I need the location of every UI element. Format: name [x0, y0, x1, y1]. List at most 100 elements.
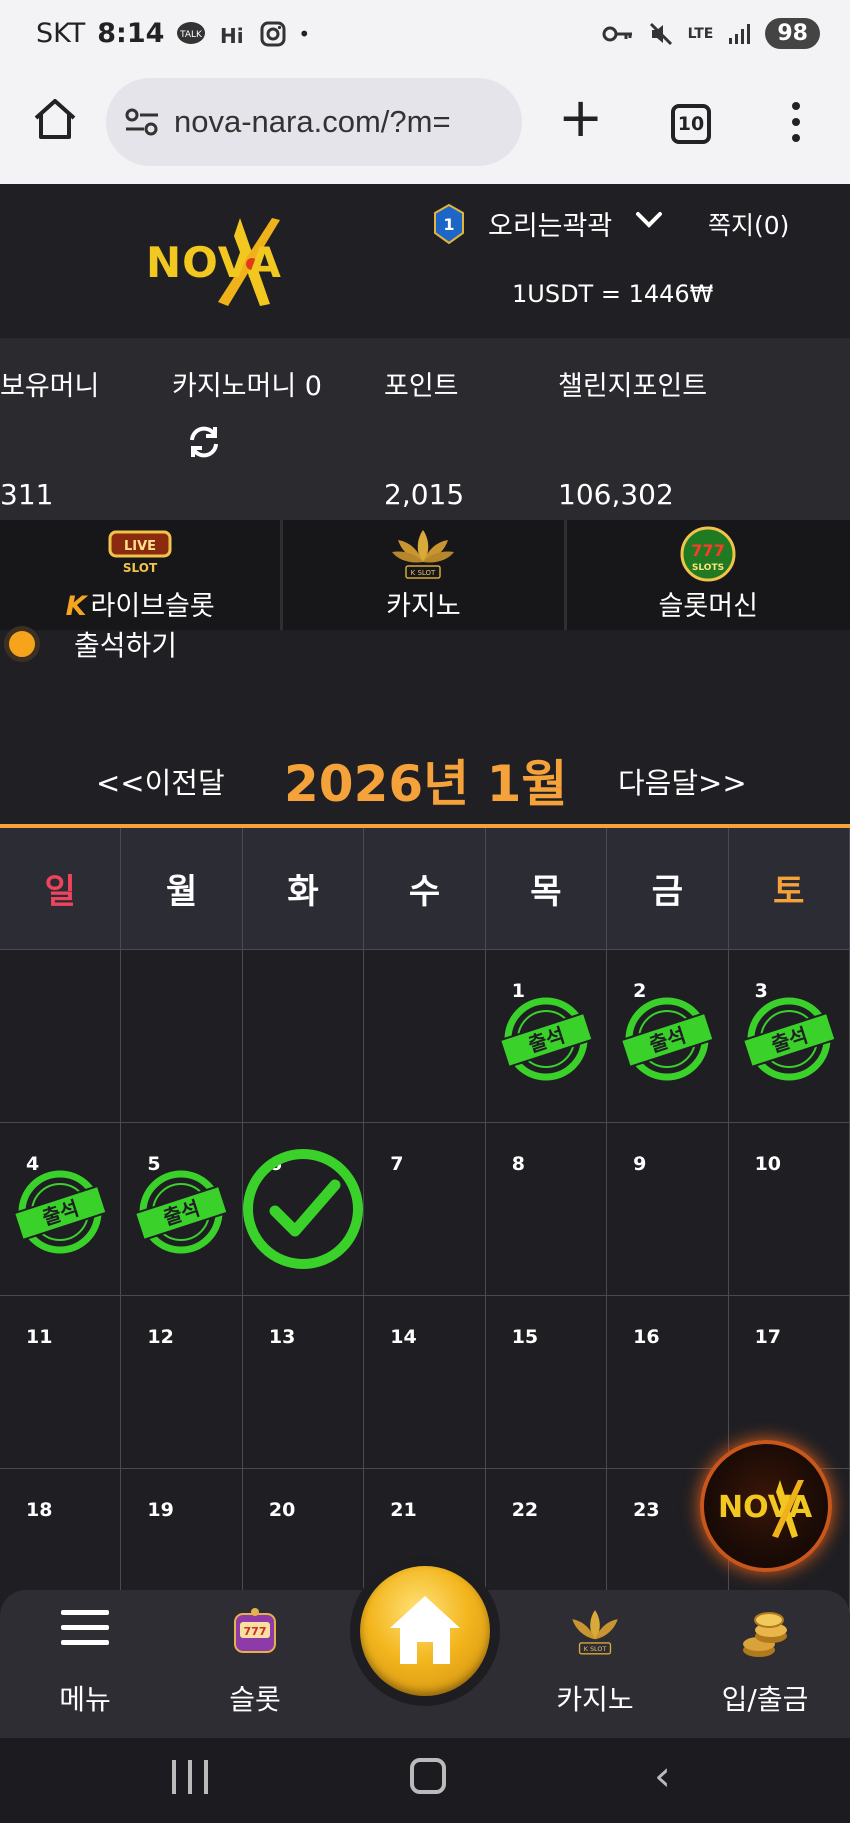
calendar-day[interactable]: 3 출석	[728, 950, 850, 1123]
url-text[interactable]: nova-nara.com/?m=	[174, 104, 451, 140]
money-value: 311	[0, 478, 54, 511]
category-tabs: LIVE SLOT K 라이브슬롯 K SLOT 카지노 777 SLOTS 슬롯…	[0, 520, 850, 630]
calendar-day[interactable]: 6	[242, 1123, 365, 1296]
calendar-day[interactable]: 9	[607, 1123, 729, 1296]
attendance-title: 출석하기	[74, 629, 178, 662]
nav-deposit[interactable]: 입/출금	[680, 1590, 850, 1738]
calendar-day[interactable]: 5 출석	[121, 1123, 243, 1296]
nav-label: 카지노	[556, 1683, 634, 1716]
day-number: 7	[390, 1153, 404, 1175]
system-home-icon[interactable]	[410, 1758, 446, 1794]
back-icon[interactable]: ‹	[654, 1755, 671, 1797]
tab-live-slot[interactable]: LIVE SLOT K 라이브슬롯	[0, 520, 284, 630]
svg-text:777: 777	[692, 541, 725, 560]
clock: 8:14	[97, 18, 165, 49]
day-number: 15	[511, 1326, 539, 1348]
calendar-day[interactable]: 13	[242, 1296, 365, 1469]
logo-text: NOVA	[146, 238, 282, 287]
money-balance: 보유머니 311	[0, 364, 99, 511]
system-navigation: ‹	[0, 1738, 850, 1823]
calendar-day[interactable]: 15	[485, 1296, 608, 1469]
lte-icon: LTE	[687, 25, 714, 42]
day-number: 17	[754, 1326, 782, 1348]
tab-slot-machine[interactable]: 777 SLOTS 슬롯머신	[567, 520, 850, 630]
talk-icon: TALK	[177, 21, 206, 44]
day-number: 14	[390, 1326, 417, 1348]
site-settings-icon[interactable]	[124, 107, 160, 137]
calendar-day[interactable]: 1 출석	[485, 950, 608, 1123]
browser-menu-icon[interactable]	[784, 102, 808, 150]
browser-home-icon[interactable]	[30, 94, 80, 144]
calendar-empty-cell	[0, 950, 122, 1123]
calendar-day[interactable]: 12	[121, 1296, 243, 1469]
day-number: 23	[633, 1499, 660, 1521]
address-bar[interactable]: nova-nara.com/?m=	[106, 78, 522, 166]
calendar-day[interactable]: 14	[364, 1296, 486, 1469]
key-icon	[602, 26, 632, 41]
username[interactable]: 오리는곽곽	[488, 204, 612, 243]
day-number: 9	[633, 1153, 647, 1175]
k-logo-icon: K	[65, 591, 87, 622]
challenge-value: 106,302	[558, 478, 674, 511]
prev-month-link[interactable]: <<이전달	[96, 760, 225, 802]
more-notifs-dot: •	[298, 21, 311, 46]
calendar-day[interactable]: 4 출석	[0, 1123, 122, 1296]
attendance-stamp-icon: 출석	[498, 994, 594, 1084]
calendar-day[interactable]: 2 출석	[607, 950, 729, 1123]
svg-text:LIVE: LIVE	[124, 539, 156, 554]
refresh-icon[interactable]	[186, 424, 222, 460]
month-navigation: <<이전달 2026년 1월 다음달>>	[0, 740, 850, 813]
calendar-day[interactable]: 11	[0, 1296, 122, 1469]
point-value: 2,015	[384, 478, 465, 511]
recents-icon[interactable]	[172, 1760, 208, 1794]
new-tab-icon[interactable]: +	[558, 91, 603, 145]
svg-text:K SLOT: K SLOT	[411, 569, 436, 577]
attendance-heading: 출석하기	[0, 622, 400, 666]
weekday-label: 토	[728, 828, 850, 950]
day-number: 13	[268, 1326, 296, 1348]
nav-casino[interactable]: K SLOT 카지노	[510, 1590, 680, 1738]
day-number: 19	[147, 1499, 174, 1521]
calendar-day[interactable]: 8	[485, 1123, 608, 1296]
notes-link[interactable]: 쪽지(0)	[708, 206, 789, 242]
nav-label: 메뉴	[59, 1683, 111, 1716]
balance-panel: 보유머니 311 카지노머니 0 포인트 2,015 챌린지포인트 106,30…	[0, 338, 850, 520]
hi-icon: Hi	[220, 24, 244, 47]
svg-text:SLOT: SLOT	[123, 561, 158, 575]
calendar-empty-cell	[242, 950, 365, 1123]
nav-menu[interactable]: 메뉴	[0, 1590, 170, 1738]
day-number: 8	[511, 1153, 525, 1175]
calendar-day[interactable]: 7	[364, 1123, 486, 1296]
day-number: 18	[26, 1499, 53, 1521]
day-number: 11	[26, 1326, 53, 1348]
next-month-link[interactable]: 다음달>>	[618, 760, 747, 802]
floating-nova-button[interactable]: NOVA	[700, 1440, 832, 1572]
attendance-stamp-icon: 출석	[619, 994, 715, 1084]
calendar-day[interactable]: 10	[728, 1123, 850, 1296]
status-right: LTE 98	[602, 18, 820, 49]
day-number: 10	[754, 1153, 782, 1175]
tab-casino[interactable]: K SLOT 카지노	[283, 520, 567, 630]
nav-label: 입/출금	[721, 1683, 809, 1716]
777-slots-icon: 777 SLOTS	[680, 526, 736, 582]
instagram-icon	[260, 21, 286, 46]
point-balance: 포인트 2,015	[384, 364, 464, 511]
nav-label: 슬롯	[229, 1683, 281, 1716]
day-number: 21	[390, 1499, 417, 1521]
tab-label: 카지노	[386, 591, 461, 622]
svg-text:1: 1	[443, 215, 454, 234]
attendance-check-icon	[242, 1149, 363, 1269]
chevron-down-icon[interactable]	[634, 208, 664, 232]
challenge-label: 챌린지포인트	[558, 371, 708, 402]
tab-switcher-button[interactable]: 10	[671, 104, 711, 144]
svg-text:SLOTS: SLOTS	[692, 563, 724, 573]
nav-slot[interactable]: 777 슬롯	[170, 1590, 340, 1738]
point-label: 포인트	[384, 371, 459, 402]
mute-icon	[649, 22, 672, 45]
battery-indicator: 98	[765, 18, 820, 49]
day-number: 22	[511, 1499, 539, 1521]
exchange-rate: 1USDT = 1446₩	[512, 280, 714, 308]
weekday-label: 화	[242, 828, 365, 950]
nova-logo[interactable]: NOVA	[144, 214, 320, 310]
home-button[interactable]	[350, 1556, 500, 1706]
